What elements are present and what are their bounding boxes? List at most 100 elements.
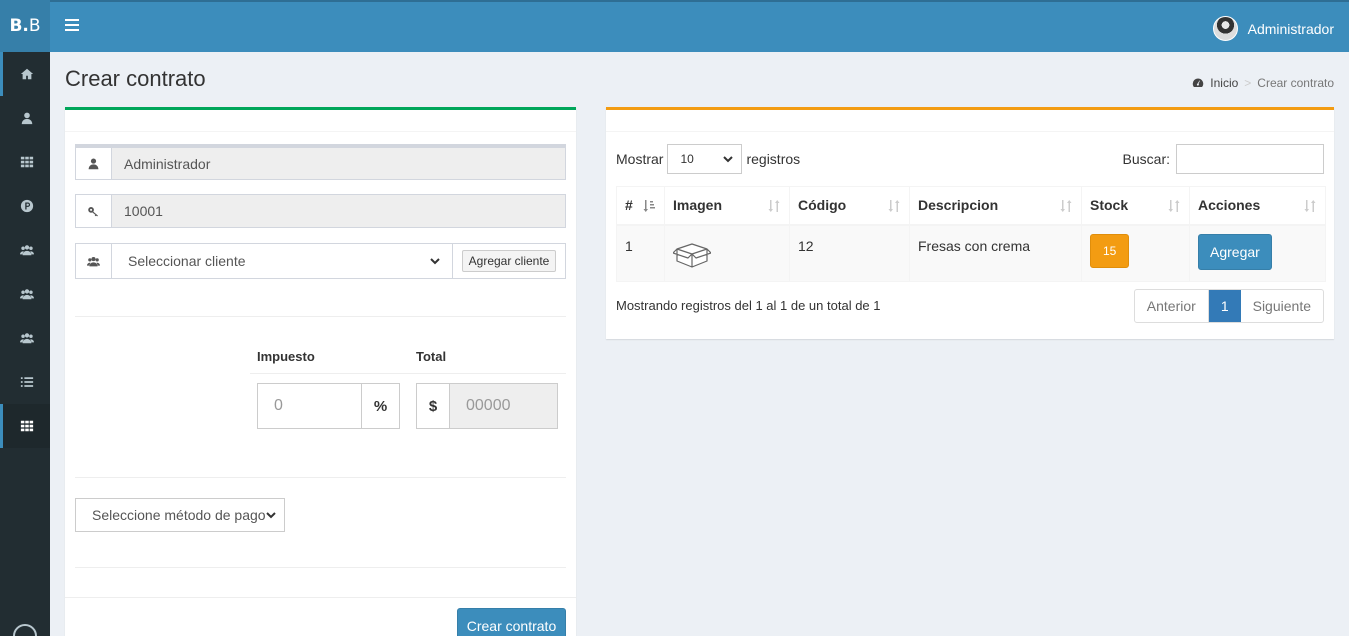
users-icon	[19, 245, 34, 256]
total-label: Total	[416, 349, 447, 364]
dashboard-icon	[1193, 78, 1204, 88]
sidebar-toggle-icon[interactable]	[65, 19, 79, 33]
tax-input-group: 0 %	[257, 383, 400, 429]
user-name: Administrador	[1247, 20, 1334, 37]
row-image	[664, 224, 790, 282]
search-control: Buscar:	[1123, 144, 1324, 174]
row-stock: 15	[1081, 224, 1190, 282]
column-header-code[interactable]: Código	[789, 186, 910, 226]
stock-badge: 15	[1090, 233, 1130, 268]
column-header-stock[interactable]: Stock	[1081, 186, 1190, 226]
page-1-button[interactable]: 1	[1208, 290, 1241, 322]
breadcrumb-current: Crear contrato	[1257, 76, 1334, 90]
seller-field: Administrador	[112, 148, 565, 179]
box-footer-border	[65, 597, 576, 598]
sidebar-item-home[interactable]	[0, 52, 50, 96]
payment-method-value: Seleccione método de pago	[92, 507, 266, 523]
total-input-group: $ 00000	[416, 383, 558, 429]
sidebar-item-products[interactable]	[0, 184, 50, 228]
user-icon	[21, 112, 32, 125]
sidebar-item-contracts[interactable]	[0, 404, 50, 448]
list-icon	[20, 377, 33, 387]
column-label: Código	[798, 197, 847, 214]
column-header-image[interactable]: Imagen	[664, 186, 790, 226]
sidebar-item-providers[interactable]	[0, 272, 50, 316]
percent-addon: %	[361, 384, 399, 428]
create-contract-button[interactable]: Crear contrato	[457, 608, 566, 636]
currency-addon: $	[417, 384, 450, 428]
table-info: Mostrando registros del 1 al 1 de un tot…	[616, 298, 881, 313]
app-logo[interactable]: B. B	[0, 0, 50, 52]
column-label: Stock	[1090, 197, 1129, 214]
chevron-down-icon	[430, 258, 440, 265]
chevron-down-icon	[266, 512, 276, 519]
sidebar-item-categories[interactable]	[0, 140, 50, 184]
pagination: Anterior 1 Siguiente	[1133, 289, 1324, 323]
products-table: # Imagen Código Descripcion Stock Accion…	[616, 186, 1326, 282]
page-length-value: 10	[680, 152, 694, 166]
code-field-group: 10001	[75, 194, 566, 228]
sidebar-item-clients[interactable]	[0, 228, 50, 272]
sidebar-item-employees[interactable]	[0, 316, 50, 360]
add-client-button[interactable]: Agregar cliente	[461, 250, 557, 272]
search-input[interactable]	[1176, 144, 1324, 174]
circle-icon[interactable]	[13, 624, 37, 636]
next-page-button[interactable]: Siguiente	[1241, 290, 1323, 322]
page-length-select[interactable]: 10	[667, 144, 743, 174]
top-navbar: Administrador	[50, 0, 1349, 52]
box-header	[606, 110, 1334, 132]
tax-input[interactable]: 0	[258, 384, 361, 428]
previous-page-button[interactable]: Anterior	[1135, 290, 1209, 322]
logo-text: B	[28, 16, 41, 36]
total-field: 00000	[450, 384, 557, 428]
tax-label: Impuesto	[257, 349, 315, 364]
user-menu[interactable]: Administrador	[1212, 16, 1334, 41]
column-label: Imagen	[673, 197, 723, 214]
users-icon	[19, 289, 34, 300]
parking-icon	[20, 199, 33, 213]
breadcrumb-separator: >	[1244, 76, 1252, 90]
sort-icon	[1060, 200, 1072, 212]
products-box: Mostrar 10 registros Buscar: # Imagen Có…	[606, 107, 1334, 339]
page-length-control: Mostrar 10 registros	[616, 144, 800, 174]
sort-icon	[768, 200, 780, 212]
sidebar-item-users[interactable]	[0, 96, 50, 140]
chevron-down-icon	[723, 156, 734, 163]
records-label: registros	[746, 151, 801, 167]
client-select[interactable]: Seleccionar cliente	[112, 244, 453, 278]
sidebar	[0, 52, 50, 636]
seller-field-group: Administrador	[75, 144, 566, 180]
users-icon	[76, 244, 112, 278]
table-header-row: # Imagen Código Descripcion Stock Accion…	[616, 186, 1326, 226]
add-product-button[interactable]: Agregar	[1198, 233, 1272, 270]
column-label: #	[625, 197, 633, 214]
box-header	[65, 110, 576, 132]
home-icon	[20, 68, 33, 80]
key-icon	[76, 195, 112, 227]
column-label: Acciones	[1198, 197, 1261, 214]
table-row: 1 12 Fresas con crema 15 Agregar	[616, 224, 1326, 282]
breadcrumb-home[interactable]: Inicio	[1210, 76, 1238, 90]
sidebar-item-list[interactable]	[0, 360, 50, 404]
divider	[75, 316, 566, 317]
box-icon	[672, 242, 712, 268]
client-field-group: Seleccionar cliente Agregar cliente	[75, 243, 566, 279]
client-select-value: Seleccionar cliente	[128, 253, 246, 269]
column-header-actions[interactable]: Acciones	[1189, 186, 1326, 226]
row-description: Fresas con crema	[909, 224, 1082, 282]
user-icon	[76, 148, 112, 179]
logo-bold-text: B.	[9, 16, 29, 36]
page-title: Crear contrato	[65, 66, 206, 91]
column-header-number[interactable]: #	[616, 186, 665, 226]
column-header-description[interactable]: Descripcion	[909, 186, 1082, 226]
contract-form-box: Administrador 10001 Seleccionar cliente …	[65, 107, 576, 636]
users-icon	[19, 333, 34, 344]
sort-icon	[1304, 200, 1316, 212]
search-label: Buscar:	[1122, 151, 1170, 167]
grid-icon	[20, 156, 33, 168]
grid-icon	[20, 420, 33, 432]
sort-asc-icon	[643, 200, 655, 212]
code-field: 10001	[112, 195, 565, 227]
avatar	[1212, 16, 1238, 41]
payment-method-select[interactable]: Seleccione método de pago	[75, 498, 285, 532]
